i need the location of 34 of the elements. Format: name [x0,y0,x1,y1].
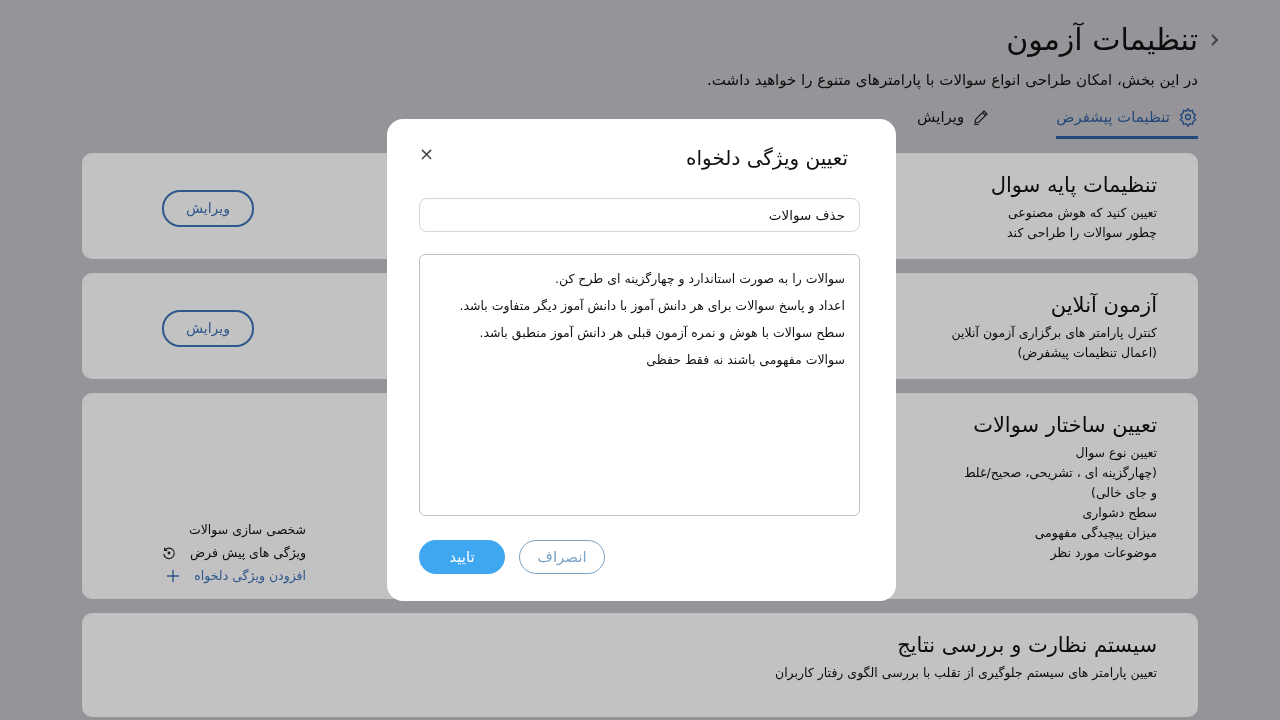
card-description: کنترل پارامتر های برگزاری آزمون آنلاین [951,324,1157,343]
chevron-icon[interactable] [1210,32,1220,47]
dialog-title: تعیین ویژگی دلخواه [686,145,848,170]
close-button[interactable]: × [419,143,435,172]
confirm-button[interactable]: تایید [419,540,505,574]
card-description: (اعمال تنظیمات پیشفرض) [1016,344,1157,363]
page-title: تنظیمات آزمون [1006,22,1198,57]
card-description: (چهارگزینه ای ، تشریحی، صحیح/غلط [964,464,1157,483]
card-title: تعیین ساختار سوالات [972,413,1157,437]
card-description: تعیین پارامتر های سیستم جلوگیری از تقلب با بررسی الگوی رفتار کاربران [774,664,1157,683]
card-description: سطح دشواری [1081,504,1157,523]
tab[interactable]: تنظیمات پیشفرض [1056,103,1198,139]
card-description: موضوعات مورد نظر [1049,544,1157,563]
cancel-button[interactable]: انصراف [519,540,605,574]
plus-icon [166,568,181,583]
history-icon [162,545,176,560]
card-description: تعیین نوع سوال [1074,444,1157,463]
text-area[interactable]: سوالات را به صورت استاندارد و چهارگزینه ای طرح کن. اعداد و پاسخ سوالات برای هر دانش آموز با دانش آموز دیگر متفاوت باشد. سطح سوالات با هوش و نمره آزمون قبلی هر دانش آموز منطبق باشد. سوالات مفهومی باشند نه فقط حفظی [419,254,860,516]
card-description: تعیین کنید که هوش مصنوعی [1006,204,1157,223]
card-description: میزان پیچیدگی مفهومی [1033,524,1157,543]
card-description: و جای خالی) [1090,484,1157,503]
page-subtitle: در این بخش، امکان طراحی انواع سوالات با پارامترهای متنوع را خواهید داشت. [706,71,1198,89]
section-label: شخصی سازی سوالات [187,522,307,537]
option-item[interactable]: ویژگی های پیش فرض [162,545,307,560]
card-title: آزمون آنلاین [1049,293,1157,317]
tab[interactable]: ویرایش [917,103,991,139]
card-title: سیستم نظارت و بررسی نتایج [896,633,1157,657]
edit-button[interactable]: ویرایش [162,309,254,347]
name-field[interactable]: حذف سوالات [419,198,860,232]
card-title: تنظیمات پایه سوال [990,173,1157,197]
settings-icon [1178,106,1198,127]
edit-button[interactable]: ویرایش [162,189,254,227]
card-description: چطور سوالات را طراحی کند [1006,224,1157,243]
add-link[interactable]: افزودن ویژگی دلخواه [162,568,307,583]
